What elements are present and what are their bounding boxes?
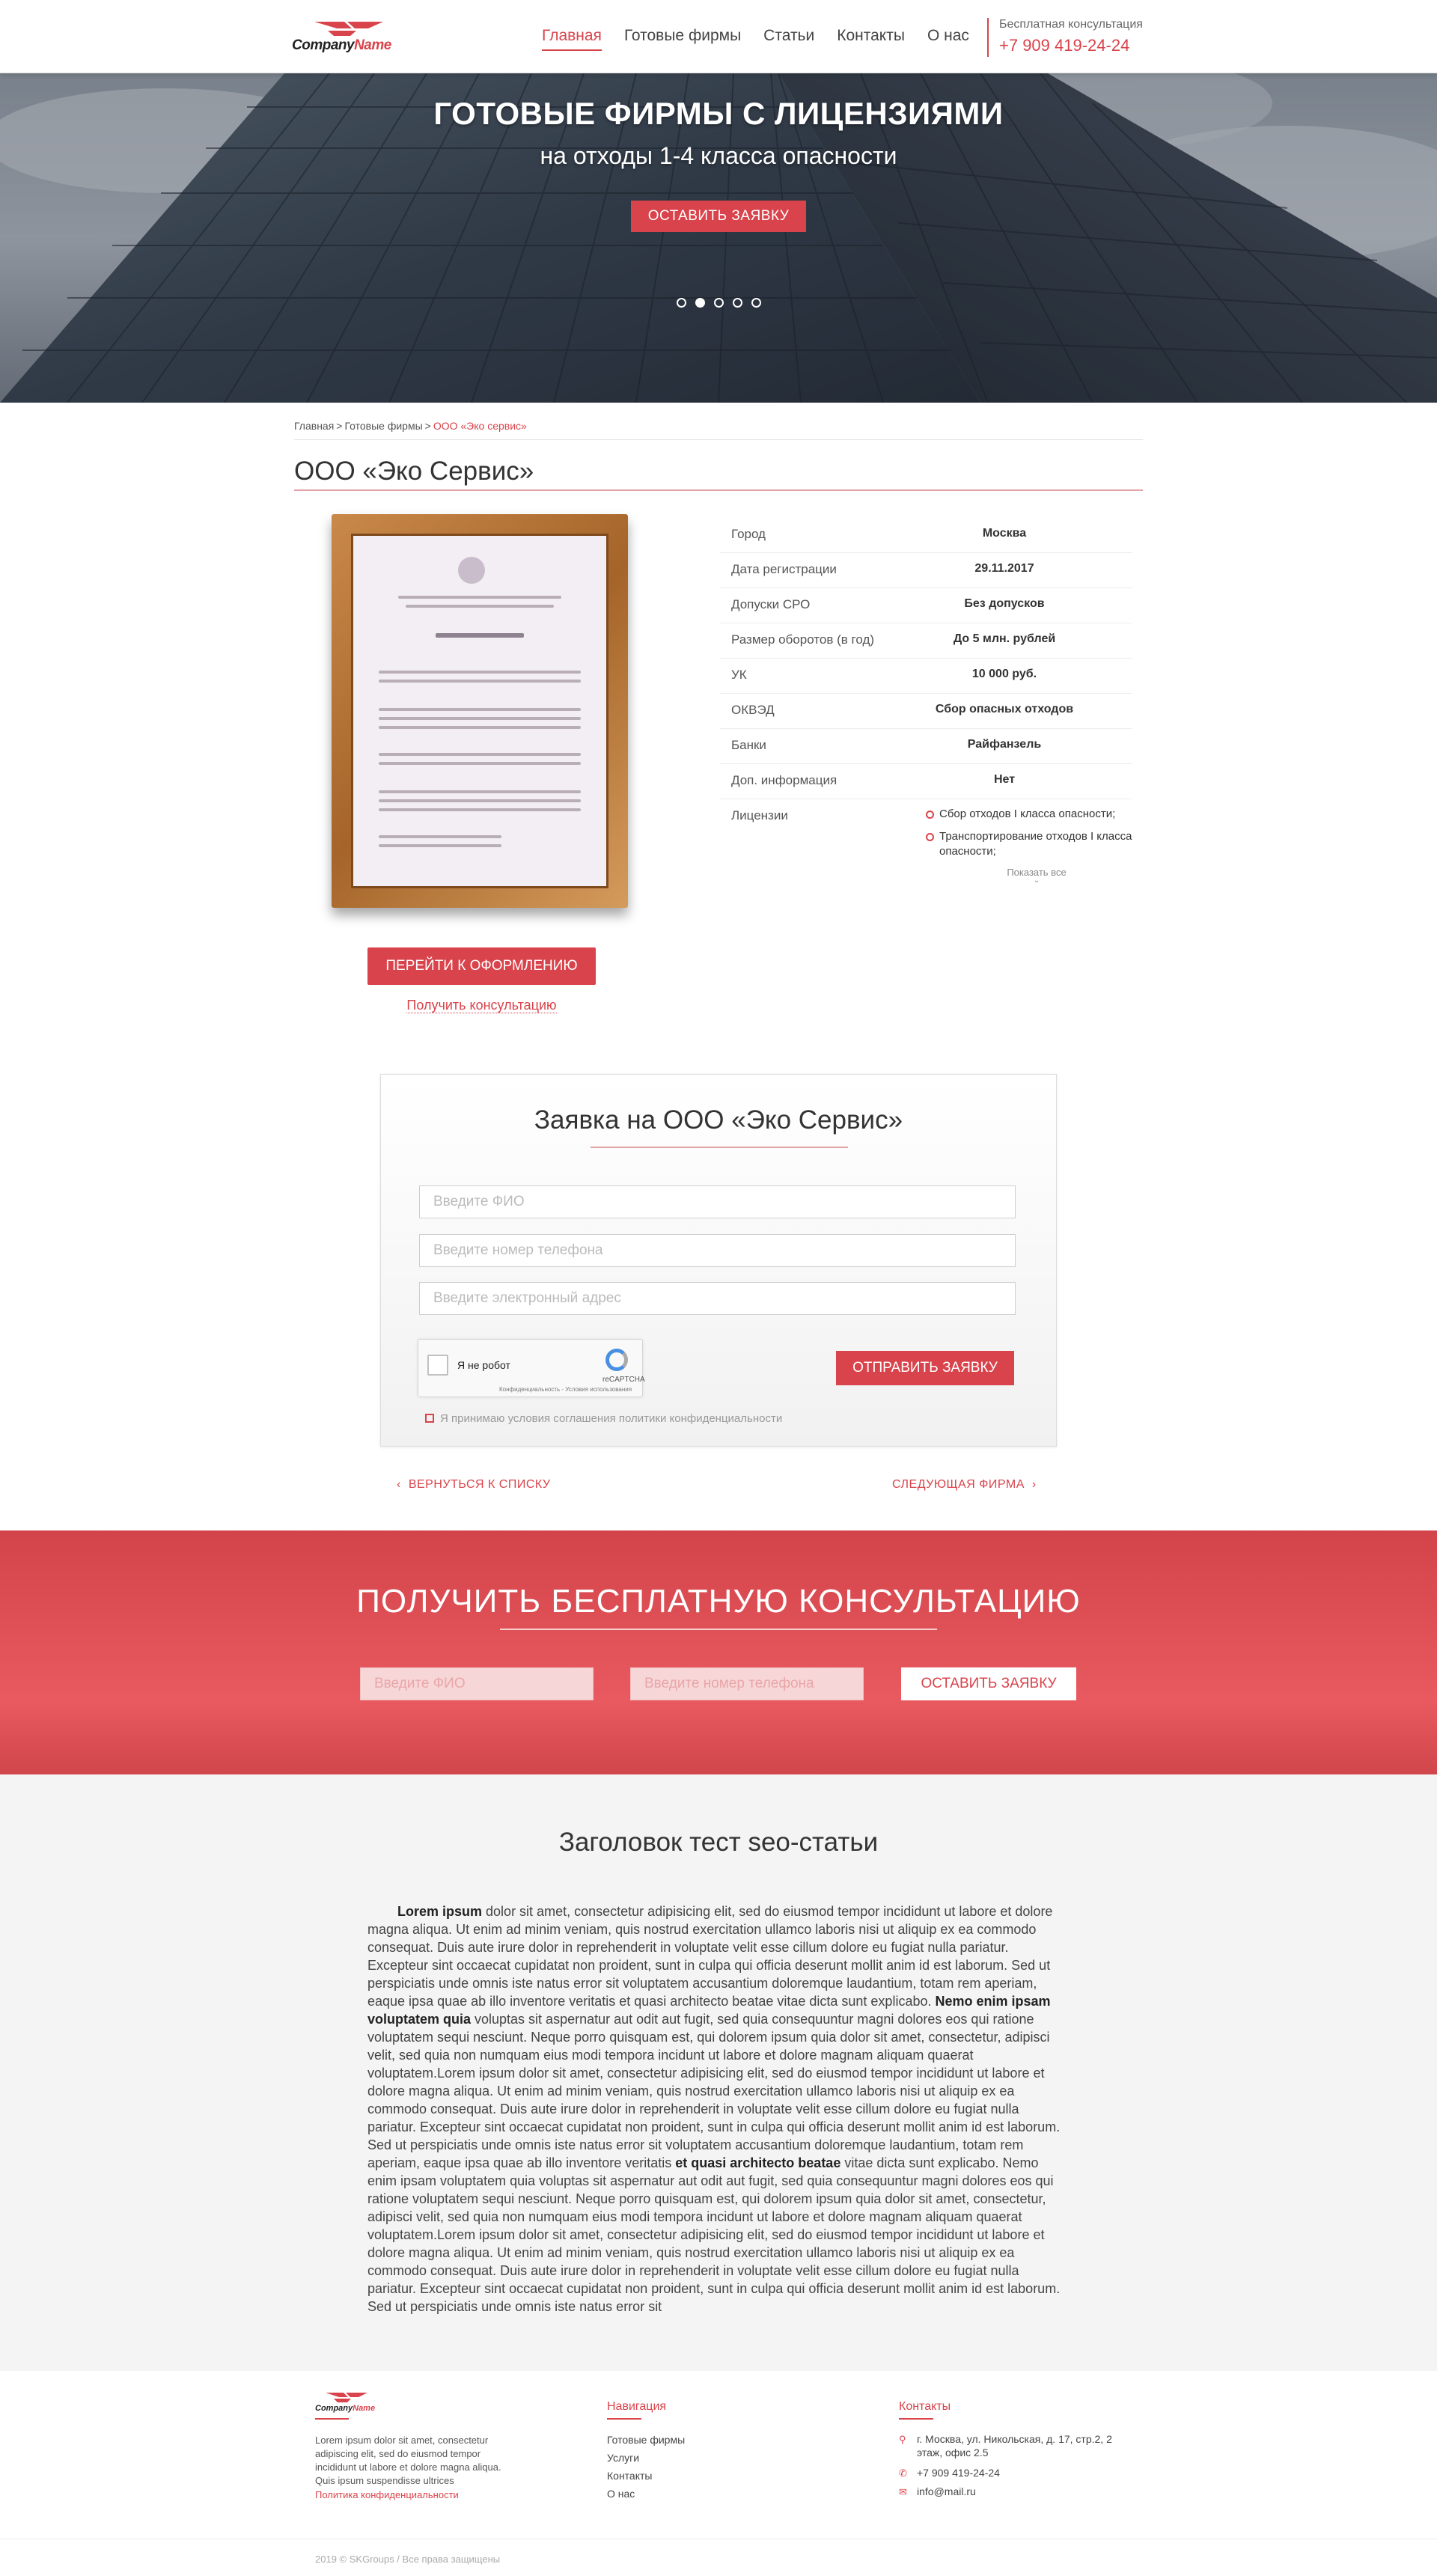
breadcrumb-current: ООО «Эко сервис» <box>433 420 527 432</box>
logo-wings-icon <box>314 22 383 36</box>
detail-row: УК 10 000 руб. <box>720 659 1132 694</box>
footer-email[interactable]: ✉ info@mail.ru <box>899 2485 1123 2498</box>
hero-request-button[interactable]: ОСТАВИТЬ ЗАЯВКУ <box>631 201 806 232</box>
name-input[interactable]: Введите ФИО <box>419 1185 1016 1218</box>
map-pin-icon: ⚲ <box>899 2434 906 2445</box>
footer-privacy-link[interactable]: Политика конфиденциальности <box>315 2489 459 2500</box>
nav-articles[interactable]: Статьи <box>763 27 814 51</box>
emblem-icon <box>458 557 485 584</box>
hero-title: ГОТОВЫЕ ФИРМЫ С ЛИЦЕНЗИЯМИ <box>433 96 1004 131</box>
logo-text: CompanyName <box>292 37 391 53</box>
seo-article-text: Lorem ipsum dolor sit amet, consectetur … <box>367 1904 1061 2314</box>
license-certificate-image <box>332 514 628 908</box>
firm-title: ООО «Эко Сервис» <box>294 457 534 486</box>
footer-nav-item[interactable]: Готовые фирмы <box>607 2434 685 2446</box>
slider-dot[interactable] <box>677 298 686 308</box>
breadcrumb-home[interactable]: Главная <box>294 420 334 432</box>
form-title: Заявка на ООО «Эко Сервис» <box>534 1105 903 1135</box>
agree-checkbox[interactable] <box>425 1414 434 1423</box>
footer-logo[interactable]: CompanyName <box>315 2391 375 2420</box>
company-logo[interactable]: CompanyName <box>292 18 404 55</box>
detail-row: ОКВЭД Сбор опасных отходов <box>720 694 1132 729</box>
license-item: Транспортирование отходов I класса опасн… <box>926 829 1143 859</box>
recaptcha-label: Я не робот <box>457 1359 510 1371</box>
phone-icon: ✆ <box>899 2467 907 2479</box>
recaptcha-terms[interactable]: Конфиденциальность - Условия использован… <box>499 1386 632 1393</box>
certificate-paper <box>351 534 608 888</box>
band-phone-input[interactable]: Введите номер телефона <box>630 1667 864 1700</box>
email-input[interactable]: Введите электронный адрес <box>419 1282 1016 1315</box>
nav-about[interactable]: О нас <box>927 27 969 51</box>
footer-address: ⚲ г. Москва, ул. Никольская, д. 17, стр.2… <box>899 2433 1112 2459</box>
footer-contacts-title: Контакты <box>899 2400 951 2413</box>
footer-nav-title: Навигация <box>607 2400 667 2413</box>
show-all-link[interactable]: Показать все ⌄ <box>973 867 1100 885</box>
footer-nav-item[interactable]: Услуги <box>607 2452 639 2464</box>
recaptcha-widget: Я не робот reCAPTCHA Конфиденциальность … <box>418 1339 645 1397</box>
breadcrumb-firms[interactable]: Готовые фирмы <box>344 420 422 432</box>
licenses-list: Сбор отходов I класса опасности; Транспо… <box>926 807 1143 867</box>
phone-input[interactable]: Введите номер телефона <box>419 1234 1016 1267</box>
consultation-band <box>0 1530 1437 1774</box>
privacy-agreement[interactable]: Я принимаю условия соглашения политики к… <box>425 1412 782 1425</box>
site-header: CompanyName Главная Готовые фирмы Статьи… <box>0 0 1437 73</box>
header-phone[interactable]: +7 909 419-24-24 <box>999 36 1144 55</box>
form-title-underline <box>591 1147 848 1148</box>
header-consult: Бесплатная консультация +7 909 419-24-24 <box>987 18 1144 57</box>
footer-nav-item[interactable]: О нас <box>607 2488 635 2500</box>
nav-home[interactable]: Главная <box>542 27 602 51</box>
submit-application-button[interactable]: ОТПРАВИТЬ ЗАЯВКУ <box>836 1351 1014 1385</box>
footer-about: Lorem ipsum dolor sit amet, consectetur … <box>315 2435 501 2486</box>
chevron-right-icon: › <box>1031 1478 1037 1491</box>
band-name-input[interactable]: Введите ФИО <box>360 1667 594 1700</box>
chevron-down-icon: ⌄ <box>1033 876 1040 885</box>
recaptcha-brand: reCAPTCHA <box>602 1376 645 1384</box>
detail-row: Размер оборотов (в год) До 5 млн. рублей <box>720 623 1132 659</box>
detail-row: Банки Райфанзель <box>720 729 1132 764</box>
consult-label: Бесплатная консультация <box>999 18 1143 31</box>
recaptcha-checkbox[interactable] <box>427 1355 448 1376</box>
band-title: ПОЛУЧИТЬ БЕСПЛАТНУЮ КОНСУЛЬТАЦИЮ <box>356 1583 1081 1620</box>
slider-dot[interactable] <box>733 298 742 308</box>
nav-contacts[interactable]: Контакты <box>837 27 905 51</box>
band-title-underline <box>500 1629 937 1630</box>
recaptcha-icon <box>605 1349 628 1371</box>
main-nav: Главная Готовые фирмы Статьи Контакты О … <box>542 27 969 51</box>
hero-subtitle: на отходы 1-4 класса опасности <box>540 142 897 169</box>
proceed-button[interactable]: ПЕРЕЙТИ К ОФОРМЛЕНИЮ <box>367 947 596 985</box>
footer-phone[interactable]: ✆ +7 909 419-24-24 <box>899 2466 1123 2479</box>
logo-wings-icon <box>326 2393 367 2402</box>
footer-nav-underline <box>607 2418 641 2420</box>
title-underline <box>294 489 1143 491</box>
mail-icon: ✉ <box>899 2486 907 2497</box>
slider-dot[interactable] <box>714 298 724 308</box>
detail-row: Город Москва <box>720 518 1132 553</box>
get-consultation-link[interactable]: Получить консультацию <box>367 998 597 1013</box>
license-item: Сбор отходов I класса опасности; <box>926 807 1143 822</box>
next-firm-link[interactable]: СЛЕДУЮЩАЯ ФИРМА › <box>892 1478 1037 1492</box>
slider-dot[interactable] <box>751 298 761 308</box>
slider-dot-active[interactable] <box>695 298 705 308</box>
footer-nav-item[interactable]: Контакты <box>607 2470 652 2482</box>
band-request-button[interactable]: ОСТАВИТЬ ЗАЯВКУ <box>901 1667 1076 1700</box>
slider-dots <box>677 298 761 308</box>
nav-ready-firms[interactable]: Готовые фирмы <box>624 27 741 51</box>
breadcrumb: Главная > Готовые фирмы > ООО «Эко сервис» <box>294 420 527 432</box>
footer-contacts-underline <box>899 2418 933 2420</box>
detail-row: Дата регистрации 29.11.2017 <box>720 553 1132 588</box>
copyright: 2019 © SKGroups / Все права защищены <box>315 2554 501 2565</box>
chevron-left-icon: ‹ <box>397 1478 401 1491</box>
detail-row: Допуски СРО Без допусков <box>720 588 1132 623</box>
divider <box>294 439 1143 440</box>
back-to-list-link[interactable]: ‹ ВЕРНУТЬСЯ К СПИСКУ <box>397 1478 551 1492</box>
seo-title: Заголовок тест seo-статьи <box>558 1828 879 1857</box>
detail-row: Доп. информация Нет <box>720 764 1132 799</box>
